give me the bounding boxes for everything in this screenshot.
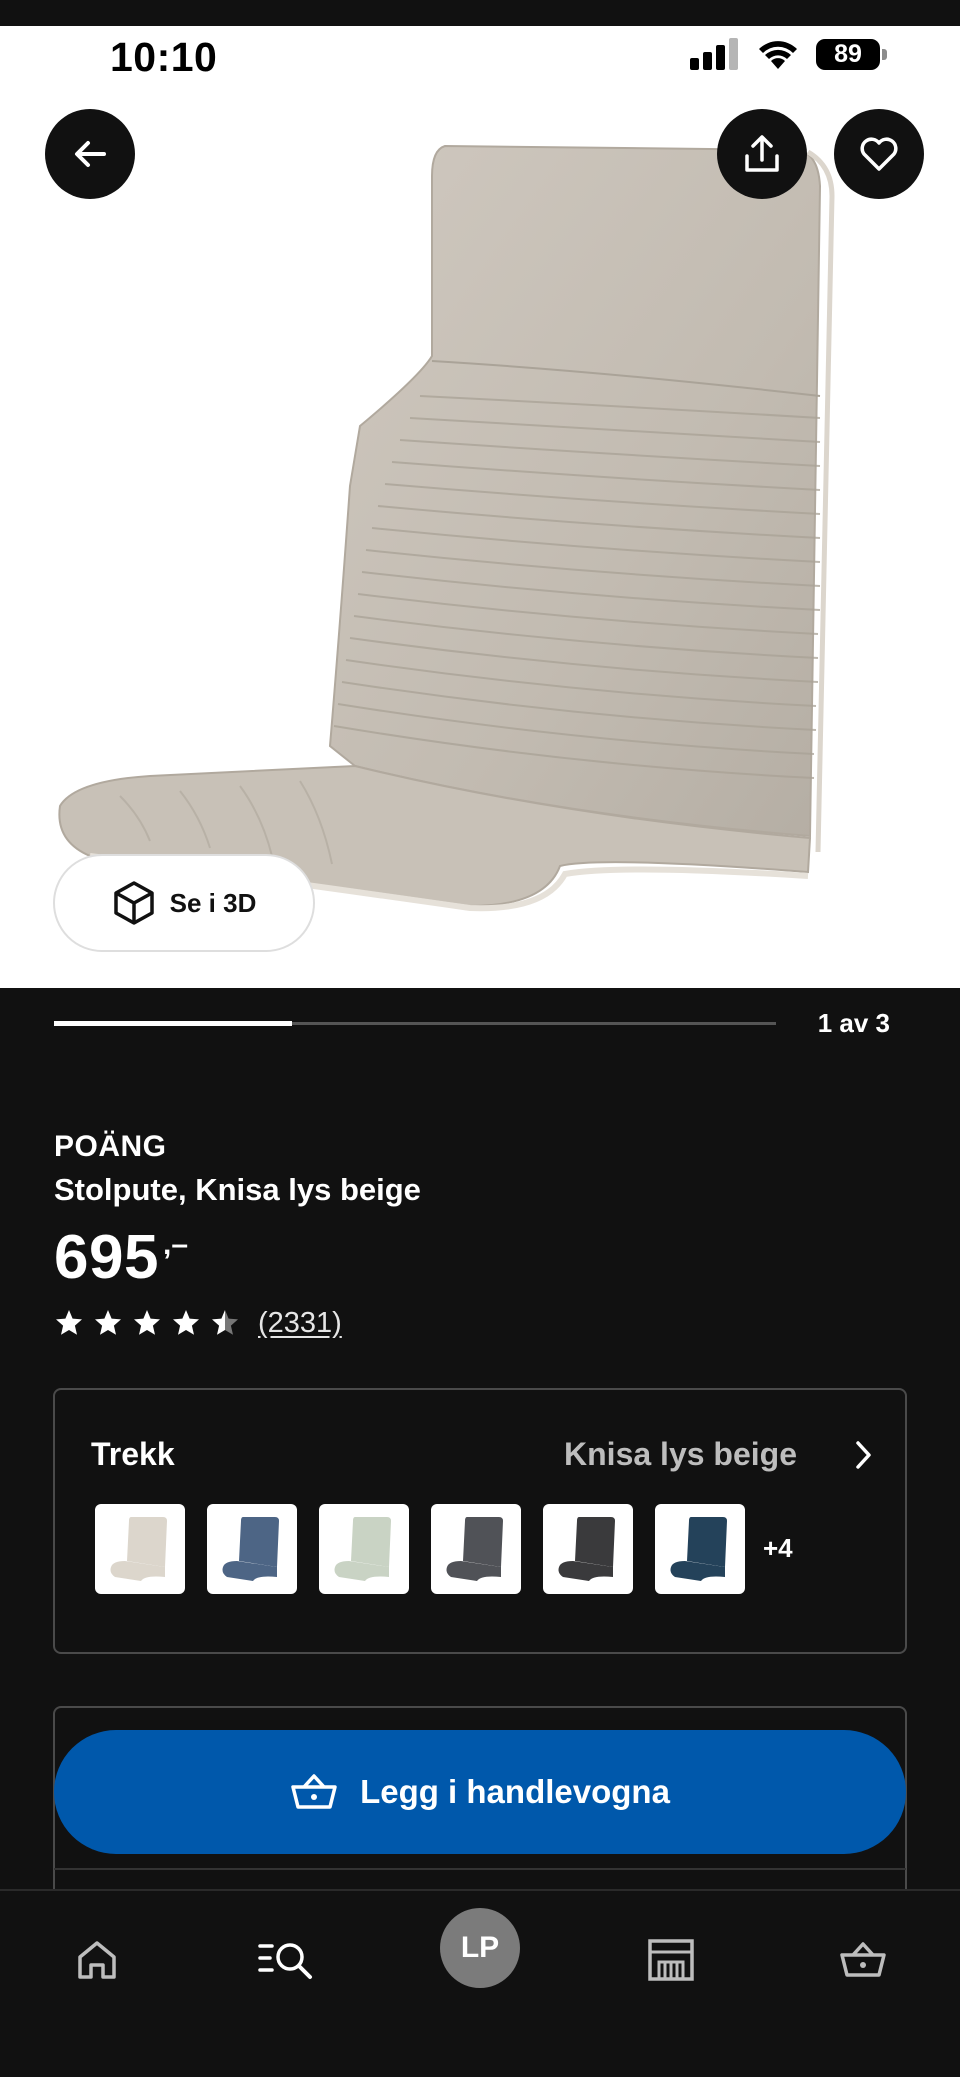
view-3d-button[interactable]: Se i 3D [53,854,315,952]
price-suffix: ,– [163,1228,189,1261]
variant-selected-value: Knisa lys beige [564,1436,797,1472]
cellular-signal-icon [690,38,738,70]
cushion-thumbnail [670,1517,727,1581]
store-icon [648,1939,694,1981]
search-list-icon [258,1943,312,1979]
add-to-cart-button[interactable]: Legg i handlevogna [54,1730,906,1854]
add-to-cart-label: Legg i handlevogna [360,1773,670,1810]
star-icon [56,1310,82,1335]
more-variants-count[interactable]: +4 [763,1533,793,1564]
cushion-thumbnail [222,1517,279,1581]
product-image [58,144,880,912]
tab-stores[interactable] [636,1925,706,1995]
status-time: 10:10 [110,34,218,80]
cushion-thumbnail [446,1517,503,1581]
rating-stars [54,1308,240,1338]
arrow-left-icon [75,141,106,167]
star-icon [212,1310,238,1335]
basket-icon [291,1774,337,1809]
tab-profile-avatar[interactable]: LP [440,1908,520,1988]
product-price: 695 [54,1223,159,1292]
product-rating[interactable]: (2331) [54,1305,342,1341]
top-strip [0,0,960,26]
tab-search[interactable] [252,1925,322,1995]
share-button[interactable] [717,109,807,199]
gallery-progress-fill [54,1021,293,1026]
variant-swatch[interactable] [655,1504,745,1594]
variant-swatch[interactable] [207,1504,297,1594]
star-icon [134,1310,160,1335]
favorite-button[interactable] [834,109,924,199]
view-3d-label: Se i 3D [169,887,257,918]
home-icon [78,1941,116,1979]
star-icon [95,1310,121,1335]
cushion-thumbnail [558,1517,615,1581]
gallery-progress-bar [54,1021,776,1026]
gallery-page-counter: 1 av 3 [817,1008,890,1038]
variant-swatch[interactable] [543,1504,633,1594]
product-brand: POÄNG [54,1130,167,1163]
variant-title: Trekk [91,1436,175,1472]
battery-level: 89 [816,39,880,70]
bottom-tab-bar: LP [0,1889,960,2077]
status-bar: 10:10 89 [0,26,960,86]
wifi-icon [759,41,797,69]
back-button[interactable] [45,109,135,199]
share-icon [745,135,779,172]
variant-swatch[interactable] [319,1504,409,1594]
tab-cart[interactable] [828,1925,898,1995]
variant-swatch[interactable] [431,1504,521,1594]
battery-indicator: 89 [816,39,888,70]
star-icon [173,1310,199,1335]
cushion-thumbnail [334,1517,391,1581]
variant-selector[interactable]: Trekk Knisa lys beige +4 [53,1388,907,1654]
review-count-link[interactable]: (2331) [258,1307,342,1340]
panel-divider [54,1868,906,1870]
cube-icon [113,881,154,925]
tab-home[interactable] [62,1925,132,1995]
product-description: Stolpute, Knisa lys beige [54,1172,421,1207]
heart-icon [860,137,898,171]
cushion-thumbnail [110,1517,167,1581]
variant-swatch[interactable] [95,1504,185,1594]
basket-icon [840,1942,886,1977]
chevron-right-icon [856,1441,871,1469]
product-image-area[interactable] [0,26,960,988]
